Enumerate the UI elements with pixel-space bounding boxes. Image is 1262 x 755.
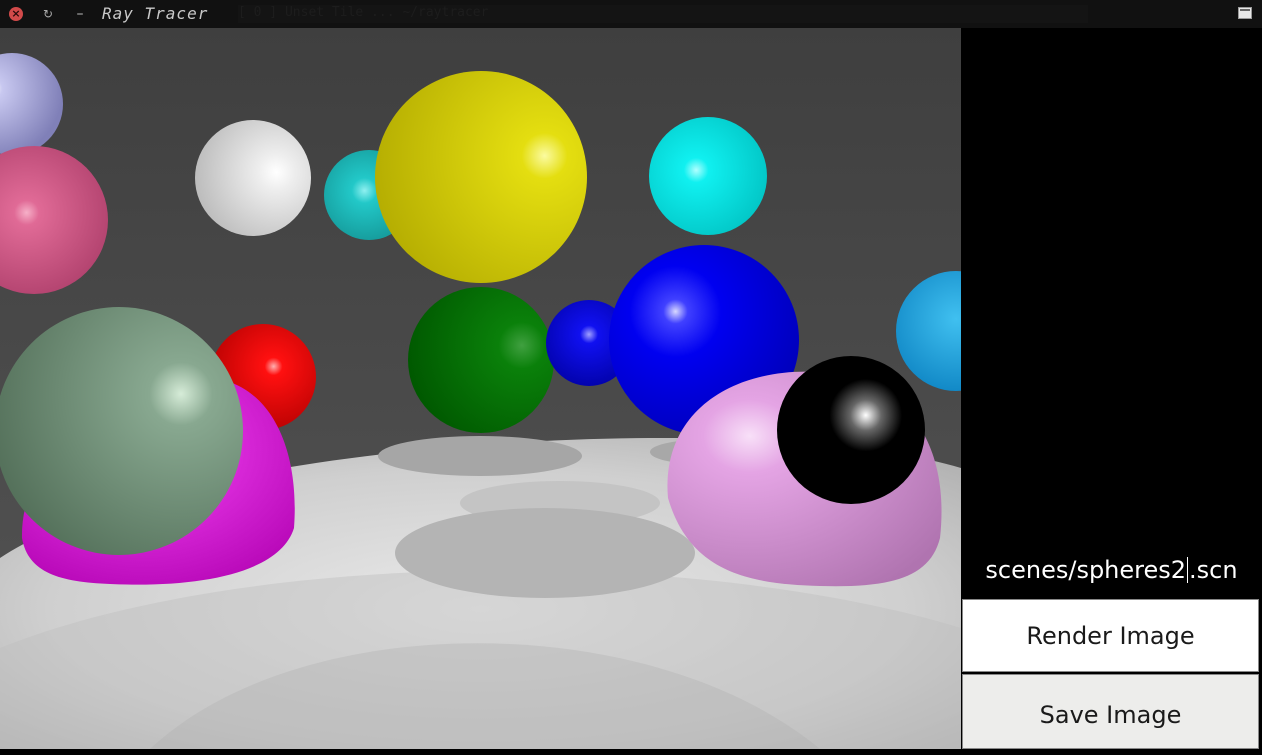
shadow-big — [395, 508, 695, 598]
sphere-yellow — [375, 71, 587, 283]
save-image-button[interactable]: Save Image — [962, 674, 1259, 749]
render-image-button[interactable]: Render Image — [962, 599, 1259, 672]
sphere-white — [195, 120, 311, 236]
window-title: Ray Tracer — [102, 4, 209, 23]
maximize-icon[interactable] — [1238, 7, 1252, 19]
close-icon[interactable]: × — [8, 6, 24, 22]
render-canvas[interactable] — [0, 28, 961, 749]
scene-file-text-after: .scn — [1189, 556, 1238, 584]
ray-tracer-window: × ↻ – Ray Tracer [ 0 ] Unset Tile ... ~/… — [0, 0, 1262, 749]
sphere-black — [777, 356, 925, 504]
title-bar[interactable]: × ↻ – Ray Tracer [ 0 ] Unset Tile ... ~/… — [0, 0, 1262, 29]
shadow-green — [378, 436, 582, 476]
rendered-scene — [0, 28, 961, 749]
sphere-cyan — [649, 117, 767, 235]
control-panel: scenes/spheres2 .scn Render Image Save Im… — [961, 28, 1262, 749]
minimize-icon[interactable]: – — [72, 6, 88, 22]
sphere-sage — [0, 307, 243, 555]
sphere-green — [408, 287, 554, 433]
refresh-icon[interactable]: ↻ — [40, 6, 56, 22]
title-bar-ghost-text: [ 0 ] Unset Tile ... ~/raytracer — [238, 5, 1088, 23]
text-cursor — [1187, 557, 1189, 583]
scene-file-input[interactable]: scenes/spheres2 .scn — [961, 552, 1262, 588]
scene-file-text-before: scenes/spheres2 — [985, 556, 1187, 584]
